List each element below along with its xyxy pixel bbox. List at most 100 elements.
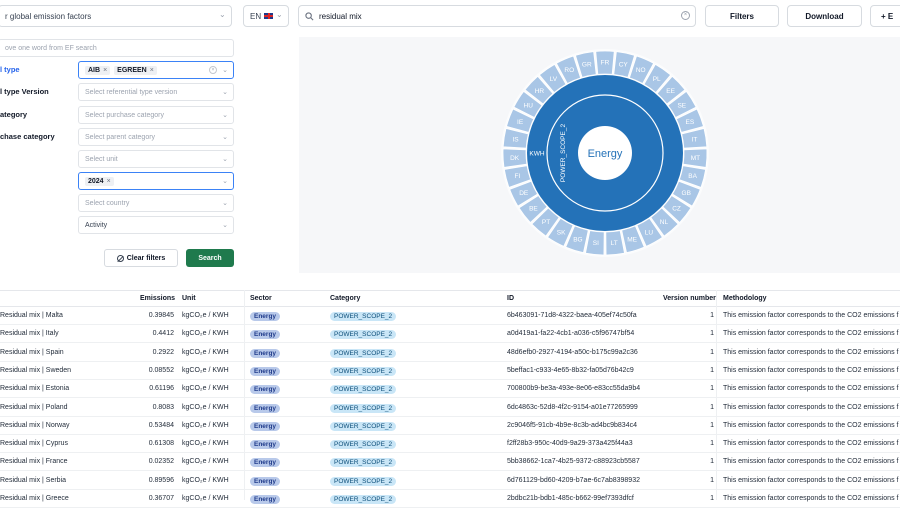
cell-name: Residual mix | Cyprus: [0, 440, 68, 448]
cell-name: Residual mix | France: [0, 458, 68, 466]
cell-emissions: 0.53484: [148, 421, 174, 429]
download-button[interactable]: Download: [787, 5, 862, 27]
cell-unit: kgCO₂e / KWH: [182, 458, 229, 466]
table-row[interactable]: Residual mix | Spain 0.2922 kgCO₂e / KWH En…: [0, 344, 900, 362]
purchase-category-label: ategory: [0, 110, 28, 119]
table-row[interactable]: Residual mix | Serbia 0.89596 kgCO₂e / KWH…: [0, 472, 900, 490]
cell-emissions: 0.2922: [152, 348, 174, 356]
sunburst-segment-label: IT: [692, 136, 698, 143]
sunburst-segment-label: RO: [564, 67, 574, 74]
table-row[interactable]: Residual mix | Cyprus 0.61308 kgCO₂e / KWH…: [0, 435, 900, 454]
chevron-down-icon: ⌄: [222, 200, 228, 207]
chip-2024[interactable]: 2024 ×: [85, 176, 114, 186]
cell-emissions: 0.08552: [148, 366, 174, 374]
cell-id: 6b463091-71d8-4322-baea-405ef74c50fa: [507, 312, 637, 319]
cell-emissions: 0.8083: [152, 403, 174, 411]
parent-category-select[interactable]: Select parent category ⌄: [78, 128, 234, 146]
remove-chip-icon: ×: [106, 177, 111, 185]
chevron-down-icon: ⌄: [276, 10, 283, 19]
cell-category: POWER_SCOPE_2: [330, 366, 397, 376]
cell-sector: Energy: [250, 348, 281, 358]
cell-methodology: This emission factor corresponds to the …: [723, 312, 899, 319]
chevron-down-icon: ⌄: [222, 178, 228, 185]
cell-sector: Energy: [250, 421, 281, 431]
sunburst-segment-label: SK: [557, 229, 566, 236]
col-id[interactable]: ID: [507, 295, 514, 302]
version-select[interactable]: Select referential type version ⌄: [78, 83, 234, 101]
chip-aib[interactable]: AIB ×: [85, 65, 111, 75]
cell-sector: Energy: [250, 476, 281, 486]
referential-type-select[interactable]: AIB × EGREEN × × ⌄: [78, 61, 234, 79]
sunburst-segment-label: IE: [517, 119, 524, 126]
table-row[interactable]: Residual mix | Poland 0.8083 kgCO₂e / KWH E…: [0, 399, 900, 417]
chip-egreen[interactable]: EGREEN ×: [114, 65, 157, 75]
cell-emissions: 0.61308: [148, 440, 174, 448]
table-row[interactable]: Residual mix | Greece 0.36707 kgCO₂e / KWH…: [0, 490, 900, 508]
cell-sector: Energy: [250, 440, 281, 450]
cell-category: POWER_SCOPE_2: [330, 385, 397, 395]
col-emissions[interactable]: Emissions: [140, 295, 175, 302]
chevron-down-icon: ⌄: [219, 10, 226, 19]
country-select[interactable]: Select country ⌄: [78, 194, 234, 212]
cell-name: Residual mix | Sweden: [0, 366, 72, 374]
col-sector[interactable]: Sector: [250, 295, 272, 302]
cell-methodology: This emission factor corresponds to the …: [723, 366, 899, 374]
add-button[interactable]: + E: [870, 5, 900, 27]
cell-version: 1: [710, 458, 714, 466]
cell-unit: kgCO₂e / KWH: [182, 330, 229, 338]
col-category[interactable]: Category: [330, 295, 360, 302]
cell-methodology: This emission factor corresponds to the …: [723, 495, 899, 502]
clear-search-icon[interactable]: ×: [681, 11, 690, 20]
col-methodology[interactable]: Methodology: [723, 295, 767, 302]
cell-version: 1: [710, 421, 714, 429]
activity-value: Activity: [85, 221, 108, 229]
sunburst-segment-label: BE: [529, 206, 538, 213]
search-icon: [305, 12, 314, 21]
chevron-down-icon: ⌄: [222, 67, 228, 74]
cell-category: POWER_SCOPE_2: [330, 440, 397, 450]
sunburst-segment-label: GB: [682, 190, 691, 197]
cell-sector: Energy: [250, 403, 281, 413]
sunburst-chart: FR CY NO PL EESE ES IT MT BA GB CZNL LU ME LT SI BG SK PT…: [501, 49, 709, 257]
cell-emissions: 0.61196: [149, 385, 174, 393]
clear-select-icon[interactable]: ×: [209, 66, 217, 74]
cell-name: Residual mix | Serbia: [0, 476, 67, 484]
table-row[interactable]: Residual mix | Estonia 0.61196 kgCO₂e / KW…: [0, 380, 900, 399]
sunburst-segment-label: FR: [601, 60, 610, 67]
purchase-category-placeholder: Select purchase category: [85, 111, 164, 119]
language-select[interactable]: EN ⌄: [243, 5, 289, 27]
cell-category: POWER_SCOPE_2: [330, 348, 397, 358]
unit-select[interactable]: Select unit ⌄: [78, 150, 234, 168]
table-row[interactable]: Residual mix | Norway 0.53484 kgCO₂e / KWH…: [0, 417, 900, 435]
col-version[interactable]: Version number: [663, 295, 716, 302]
chevron-down-icon: ⌄: [222, 112, 228, 119]
table-row[interactable]: Residual mix | Malta 0.39845 kgCO₂e / KWH E…: [0, 307, 900, 325]
table-row[interactable]: Residual mix | France 0.02352 kgCO₂e / KWH…: [0, 453, 900, 472]
filters-button[interactable]: Filters: [705, 5, 779, 27]
clear-filters-button[interactable]: Clear filters: [104, 249, 178, 267]
keyword-input[interactable]: ove one word from EF search: [0, 39, 234, 57]
cell-name: Residual mix | Malta: [0, 312, 63, 319]
search-button[interactable]: Search: [186, 249, 234, 267]
search-value: residual mix: [319, 11, 362, 21]
database-select[interactable]: r global emission factors ⌄: [0, 5, 232, 27]
cell-id: 700800b9-be3a-493e-8e06-e83cc55da9b4: [507, 385, 641, 393]
cell-emissions: 0.36707: [148, 495, 174, 502]
activity-select[interactable]: Activity ⌄: [78, 216, 234, 234]
cell-version: 1: [710, 440, 714, 448]
col-unit[interactable]: Unit: [182, 295, 196, 302]
cell-unit: kgCO₂e / KWH: [182, 312, 229, 319]
cell-sector: Energy: [250, 330, 281, 340]
year-select[interactable]: 2024 × ⌄: [78, 172, 234, 190]
cell-name: Residual mix | Italy: [0, 330, 59, 338]
cell-emissions: 0.4412: [152, 330, 174, 338]
table-row[interactable]: Residual mix | Italy 0.4412 kgCO₂e / KWH En…: [0, 325, 900, 344]
cell-unit: kgCO₂e / KWH: [182, 476, 229, 484]
remove-chip-icon: ×: [149, 66, 154, 74]
cell-version: 1: [710, 495, 714, 502]
purchase-category-select[interactable]: Select purchase category ⌄: [78, 106, 234, 124]
search-input[interactable]: residual mix ×: [298, 5, 696, 27]
table-row[interactable]: Residual mix | Sweden 0.08552 kgCO₂e / KWH…: [0, 362, 900, 380]
clear-filters-icon: [116, 254, 124, 262]
clear-filters-label: Clear filters: [126, 254, 166, 262]
